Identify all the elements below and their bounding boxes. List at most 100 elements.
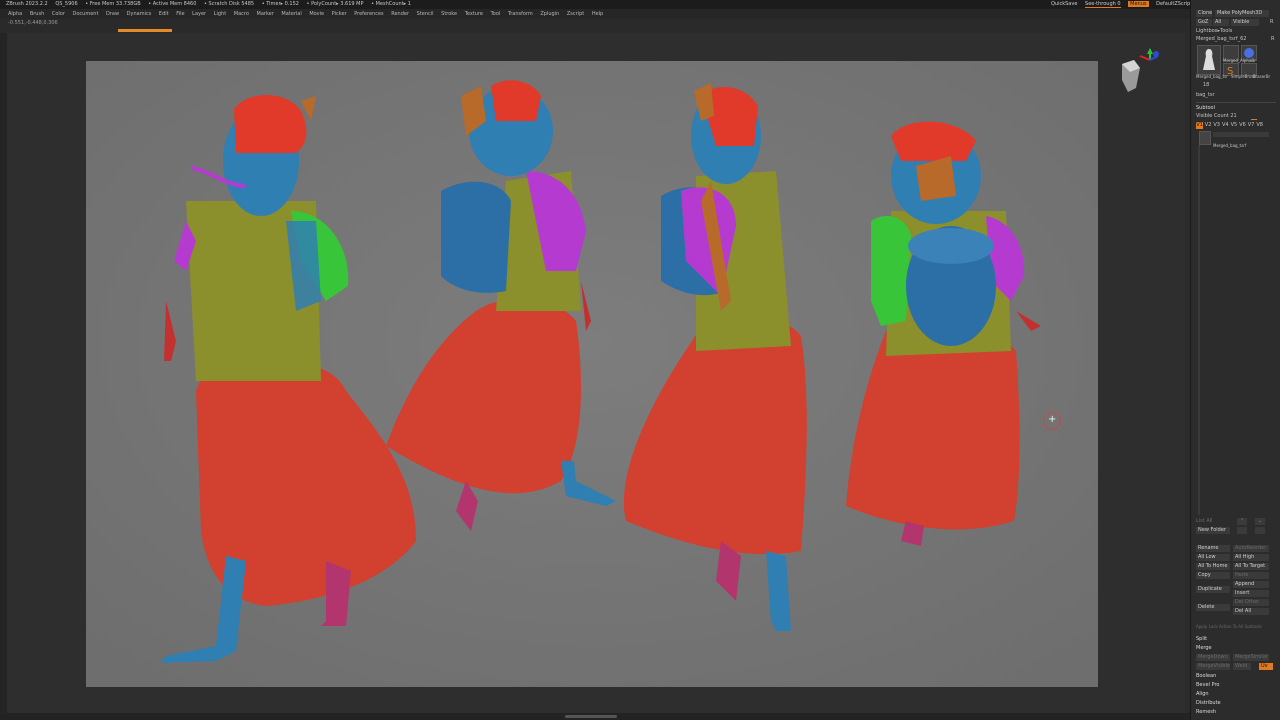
menu-color[interactable]: Color: [49, 9, 68, 19]
menu-stroke[interactable]: Stroke: [438, 9, 460, 19]
menu-draw[interactable]: Draw: [103, 9, 122, 19]
default-zscript-button[interactable]: DefaultZScript: [1156, 1, 1192, 7]
make-polymesh-button[interactable]: Make PolyMesh3D: [1215, 10, 1269, 17]
distribute-section[interactable]: Distribute: [1196, 700, 1221, 706]
version-v3[interactable]: V3: [1213, 122, 1220, 129]
all-to-target-button[interactable]: All To Target: [1233, 563, 1269, 570]
menu-file[interactable]: File: [173, 9, 187, 19]
menu-tool[interactable]: Tool: [488, 9, 504, 19]
seethrough-slider[interactable]: See-through 0: [1085, 1, 1121, 8]
weld-button[interactable]: Weld: [1233, 663, 1251, 670]
clone-button[interactable]: Clone: [1196, 10, 1212, 17]
subtool-arrow-down[interactable]: ⌄: [1255, 518, 1265, 525]
divider: [1196, 102, 1276, 103]
menu-texture[interactable]: Texture: [462, 9, 486, 19]
subtool-arrow-up[interactable]: ⌃: [1237, 518, 1247, 525]
menu-preferences[interactable]: Preferences: [351, 9, 386, 19]
menu-alpha[interactable]: Alpha: [5, 9, 25, 19]
uv-button[interactable]: Uv: [1259, 663, 1273, 670]
menu-transform[interactable]: Transform: [505, 9, 536, 19]
mergedown-button[interactable]: MergeDown: [1196, 654, 1230, 661]
version-v6[interactable]: V6: [1239, 122, 1246, 129]
title-right-controls: QuickSave See-through 0 Menus DefaultZSc…: [1045, 0, 1192, 9]
delete-button[interactable]: Delete: [1196, 604, 1230, 611]
menu-layer[interactable]: Layer: [189, 9, 209, 19]
merge-section[interactable]: Merge: [1196, 645, 1212, 651]
subtool-controls: [1213, 132, 1269, 137]
mergevisible-button[interactable]: MergeVisible: [1196, 663, 1230, 670]
subtool-scrollbar[interactable]: [1198, 145, 1200, 515]
lightbox-tools-button[interactable]: Lightbox▸Tools: [1196, 28, 1232, 35]
current-subtool-label: bag_tsr: [1196, 92, 1215, 98]
thumbnail-label-eraser: EraserBr: [1253, 74, 1271, 79]
new-folder-button[interactable]: New Folder: [1196, 527, 1230, 534]
mergesimilar-button[interactable]: MergeSimilar: [1233, 654, 1269, 661]
all-high-button[interactable]: All High: [1233, 554, 1269, 561]
document-canvas[interactable]: [86, 61, 1098, 687]
goz-all-button[interactable]: All: [1213, 19, 1229, 26]
menu-dynamics[interactable]: Dynamics: [124, 9, 155, 19]
menu-macro[interactable]: Macro: [231, 9, 252, 19]
menus-toggle[interactable]: Menus: [1128, 1, 1149, 7]
menu-movie[interactable]: Movie: [306, 9, 327, 19]
navigation-gizmo[interactable]: [1118, 48, 1166, 100]
visible-count-fill: [1251, 119, 1257, 120]
version-v8[interactable]: V8: [1256, 122, 1263, 129]
autoreorder-button[interactable]: AutoReorder: [1233, 545, 1269, 552]
duplicate-button[interactable]: Duplicate: [1196, 586, 1230, 593]
all-to-home-button[interactable]: All To Home: [1196, 563, 1230, 570]
remesh-section[interactable]: Remesh: [1196, 709, 1216, 715]
version-v1[interactable]: V1: [1196, 122, 1203, 129]
goz-visible-button[interactable]: Visible: [1231, 19, 1259, 26]
menu-picker[interactable]: Picker: [329, 9, 350, 19]
apply-lock-action[interactable]: Apply Lock Action To All Subtools: [1196, 623, 1262, 630]
paste-button[interactable]: Paste: [1233, 572, 1269, 579]
rename-button[interactable]: Rename: [1196, 545, 1230, 552]
menu-document[interactable]: Document: [70, 9, 102, 19]
version-v4[interactable]: V4: [1222, 122, 1229, 129]
copy-button[interactable]: Copy: [1196, 572, 1230, 579]
menu-light[interactable]: Light: [211, 9, 229, 19]
goz-r-button[interactable]: R: [1270, 19, 1273, 26]
align-section[interactable]: Align: [1196, 691, 1209, 697]
active-tab-indicator: [118, 29, 172, 32]
menu-zplugin[interactable]: Zplugin: [537, 9, 562, 19]
split-section[interactable]: Split: [1196, 636, 1207, 642]
meshcount: • MeshCount▸ 1: [371, 1, 411, 7]
quicksave-button[interactable]: QuickSave: [1051, 1, 1077, 7]
version-v2[interactable]: V2: [1205, 122, 1212, 129]
bottom-shelf-handle[interactable]: [565, 715, 617, 718]
append-button[interactable]: Append: [1233, 581, 1269, 588]
subtool-section-title[interactable]: Subtool: [1196, 105, 1215, 111]
menu-zscript[interactable]: Zscript: [564, 9, 587, 19]
insert-button[interactable]: Insert: [1233, 590, 1269, 597]
menu-help[interactable]: Help: [589, 9, 606, 19]
version-v5[interactable]: V5: [1230, 122, 1238, 129]
folder-option-2[interactable]: [1255, 527, 1265, 534]
menu-render[interactable]: Render: [388, 9, 412, 19]
boolean-section[interactable]: Boolean: [1196, 673, 1216, 679]
left-shelf: [0, 33, 7, 713]
menu-edit[interactable]: Edit: [156, 9, 172, 19]
goz-button[interactable]: GoZ: [1196, 19, 1212, 26]
menu-marker[interactable]: Marker: [254, 9, 277, 19]
folder-option-1[interactable]: [1237, 527, 1247, 534]
list-all-button[interactable]: List All: [1196, 518, 1213, 525]
menu-stencil[interactable]: Stencil: [414, 9, 437, 19]
bevel-pro-section[interactable]: Bevel Pro: [1196, 682, 1219, 688]
tool-thumbnail-merged[interactable]: [1197, 45, 1221, 75]
current-tool-name[interactable]: Merged_bag_tsrf_62: [1196, 36, 1246, 43]
all-low-button[interactable]: All Low: [1196, 554, 1230, 561]
del-other-button[interactable]: Del Other: [1233, 599, 1269, 606]
menu-brush[interactable]: Brush: [27, 9, 47, 19]
tool-count: R: [1271, 36, 1275, 42]
tool-palette: Clone Make PolyMesh3D GoZ All Visible R …: [1190, 0, 1280, 720]
visible-count-slider[interactable]: Visible Count 21: [1196, 113, 1237, 120]
del-all-button[interactable]: Del All: [1233, 608, 1269, 615]
menu-material[interactable]: Material: [278, 9, 304, 19]
subtool-thumbnail[interactable]: [1199, 131, 1211, 145]
version-v7[interactable]: V7: [1248, 122, 1255, 129]
subtool-list-item[interactable]: Merged_bag_tsrf: [1213, 142, 1246, 149]
version-row: V1 V2 V3 V4 V5 V6 V7 V8: [1196, 122, 1263, 129]
file-name: QS_5906: [55, 1, 78, 7]
